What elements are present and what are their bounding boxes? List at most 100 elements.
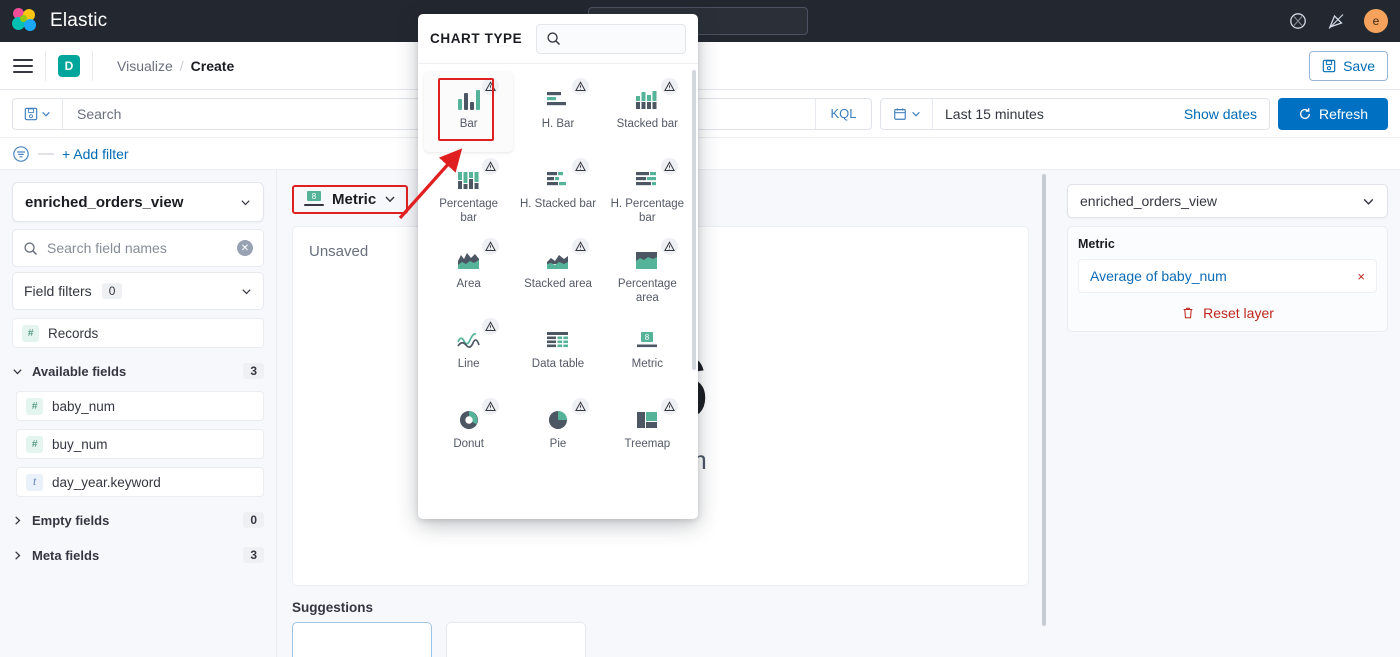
bar-chart-icon [457,84,480,110]
search-icon [24,241,38,255]
chart-switch-button[interactable]: 8 Metric [292,184,409,214]
chart-type-label: H. Stacked bar [519,198,597,210]
chart-type-popover: CHART TYPE Bar H. Bar Stacked bar Percen… [418,14,698,519]
chart-type-bar[interactable]: Bar [424,72,514,152]
remove-dimension-icon[interactable]: × [1357,269,1365,284]
warning-icon [482,78,500,95]
chart-type-h-bar[interactable]: H. Bar [513,72,602,152]
chevron-down-icon [911,111,920,117]
horizontal-stacked-bar-chart-icon [546,164,570,190]
empty-fields-section-header[interactable]: Empty fields 0 [12,508,264,532]
chart-type-label: Pie [549,438,567,450]
percentage-bar-chart-icon [457,164,481,190]
available-fields-count: 3 [243,363,264,379]
metric-icon: 8 [304,191,324,207]
refresh-icon [1299,107,1311,119]
chart-switch-label: Metric [332,190,377,208]
popover-scrollbar[interactable] [692,70,696,370]
chart-type-metric[interactable]: 8 Metric [603,312,692,392]
layer-data-view-selector[interactable]: enriched_orders_view [1067,184,1388,218]
kibana-lens-page: Elastic e D Visualize / Create Save Sear… [0,0,1400,657]
clear-search-icon[interactable]: ✕ [237,240,253,256]
add-filter-button[interactable]: + Add filter [62,146,129,162]
layer-data-view-label: enriched_orders_view [1080,193,1217,209]
calendar-icon[interactable] [881,98,933,129]
field-item-records[interactable]: # Records [12,318,264,348]
chart-type-label: Data table [531,358,585,370]
donut-chart-icon [457,404,481,430]
chart-type-line[interactable]: Line [424,312,513,392]
suggestion-card-selected[interactable] [292,622,432,657]
brand-name: Elastic [50,10,108,31]
chart-type-title: CHART TYPE [430,31,523,46]
chart-type-search-input[interactable] [536,23,686,54]
chevron-down-icon [241,199,250,205]
field-search-box[interactable]: Search field names ✕ [12,229,264,267]
chart-type-label: Stacked bar [616,118,679,130]
chart-type-donut[interactable]: Donut [424,392,513,472]
saved-query-icon[interactable] [13,98,63,129]
date-range-value[interactable]: Last 15 minutes [933,106,1184,122]
percentage-area-chart-icon [635,244,659,270]
meta-fields-count: 3 [243,547,264,563]
breadcrumb-item-visualize[interactable]: Visualize [117,58,173,74]
chart-type-percentage-area[interactable]: Percentage area [603,232,692,312]
space-badge[interactable]: D [58,54,80,77]
chart-type-data-table[interactable]: Data table [513,312,602,392]
save-button-label: Save [1343,58,1375,74]
meta-fields-section-header[interactable]: Meta fields 3 [12,543,264,567]
metric-group-title: Metric [1078,237,1115,251]
suggestion-card[interactable] [446,622,586,657]
field-label: day_year.keyword [52,474,161,490]
help-icon[interactable] [1288,11,1308,31]
show-dates-button[interactable]: Show dates [1184,106,1269,122]
hamburger-icon[interactable] [13,58,33,73]
chart-type-pie[interactable]: Pie [513,392,602,472]
available-fields-section-header[interactable]: Available fields 3 [12,359,264,383]
date-picker[interactable]: Last 15 minutes Show dates [880,97,1270,130]
data-panel: enriched_orders_view Search field names … [0,170,277,657]
filter-separator: — [38,144,54,162]
query-bar: Search KQL Last 15 minutes Show dates Re… [0,90,1400,138]
chart-type-label: Treemap [624,438,671,450]
chart-type-label: Area [456,278,481,290]
field-item-baby-num[interactable]: # baby_num [16,391,264,421]
save-button[interactable]: Save [1309,51,1388,81]
reset-layer-button[interactable]: Reset layer [1078,305,1377,321]
warning-icon [571,158,589,175]
refresh-button[interactable]: Refresh [1278,97,1388,130]
field-filters-button[interactable]: Field filters 0 [12,272,264,310]
field-label: buy_num [52,436,108,452]
main-body: enriched_orders_view Search field names … [0,170,1400,657]
warning-icon [482,318,500,335]
field-item-buy-num[interactable]: # buy_num [16,429,264,459]
chart-type-h-percentage-bar[interactable]: H. Percentage bar [603,152,692,232]
field-search-input[interactable]: Search field names [47,240,228,256]
chart-type-label: Donut [453,438,484,450]
chart-type-stacked-area[interactable]: Stacked area [513,232,602,312]
metric-dimension-label: Average of baby_num [1090,268,1227,284]
chart-type-area[interactable]: Area [424,232,513,312]
chart-type-stacked-bar[interactable]: Stacked bar [603,72,692,152]
chevron-down-icon [13,368,22,374]
data-table-icon [546,324,570,350]
avatar[interactable]: e [1364,9,1388,33]
chart-type-percentage-bar[interactable]: Percentage bar [424,152,513,232]
chart-type-treemap[interactable]: Treemap [603,392,692,472]
panel-resize-handle[interactable] [1042,174,1046,626]
chevron-down-icon [1363,198,1374,205]
filter-icon[interactable] [12,145,30,163]
warning-icon [661,398,678,415]
divider [45,50,46,81]
query-language-button[interactable]: KQL [815,98,871,129]
filter-bar: — + Add filter [0,138,1400,170]
chart-type-h-stacked-bar[interactable]: H. Stacked bar [513,152,602,232]
news-icon[interactable] [1326,11,1346,31]
field-item-day-year-keyword[interactable]: t day_year.keyword [16,467,264,497]
metric-dimension-button[interactable]: Average of baby_num × [1078,259,1377,293]
chrome-bar: D Visualize / Create Save [0,42,1400,90]
field-label: baby_num [52,398,116,414]
chart-type-label: Percentage bar [439,198,499,225]
chevron-right-icon [15,515,21,525]
data-view-selector[interactable]: enriched_orders_view [12,182,264,222]
